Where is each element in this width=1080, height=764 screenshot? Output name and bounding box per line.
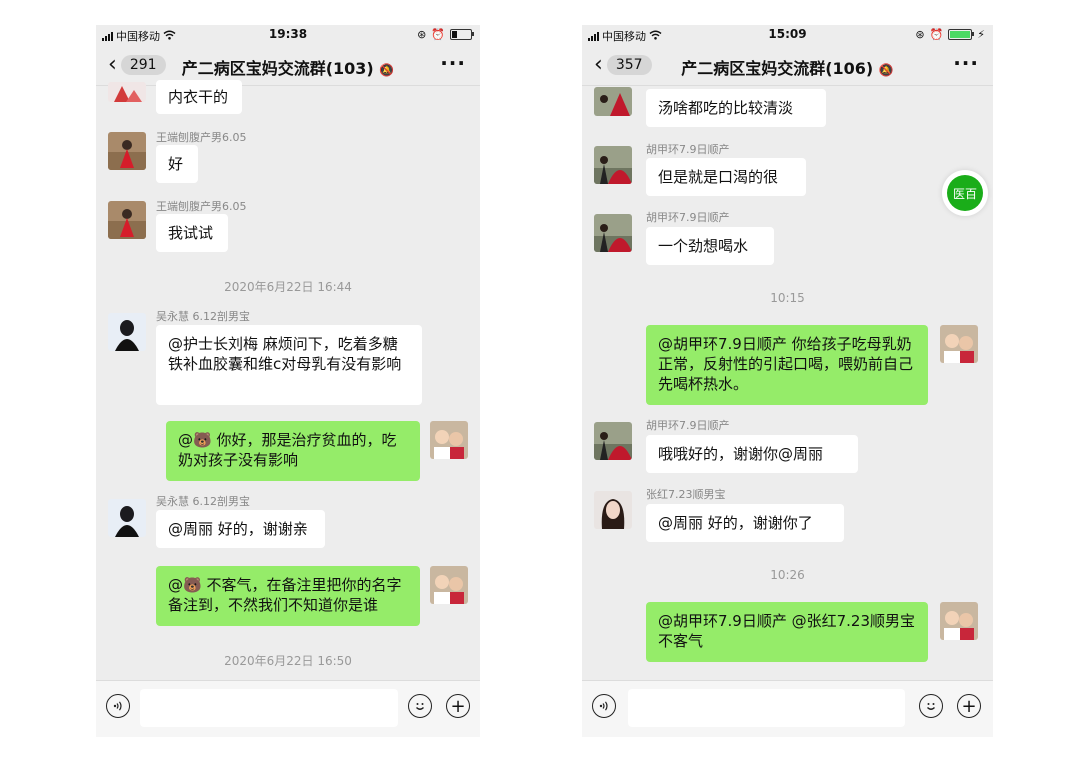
emoji-icon[interactable]: [408, 694, 432, 718]
more-button[interactable]: ···: [953, 51, 979, 75]
avatar[interactable]: [108, 313, 146, 351]
avatar[interactable]: [594, 87, 632, 116]
avatar[interactable]: [108, 82, 146, 102]
avatar[interactable]: [430, 421, 468, 459]
message-bubble[interactable]: 好: [156, 145, 198, 183]
sender-name: 胡甲环7.9日顺产: [646, 419, 730, 432]
message-input[interactable]: [628, 689, 905, 727]
avatar[interactable]: [594, 422, 632, 460]
battery-icon: [948, 29, 975, 40]
alarm-icon: ⏰: [929, 28, 944, 41]
charging-icon: ⚡: [977, 28, 985, 41]
plus-icon[interactable]: +: [957, 694, 981, 718]
timestamp: 10:26: [770, 568, 805, 582]
sender-name: 胡甲环7.9日顺产: [646, 211, 730, 224]
chat-screen-left: 中国移动 19:38 ⊛ ⏰ ‹ 291 产二病区宝妈交流群(103) 🔕 ··…: [96, 25, 480, 737]
mute-bell-icon: 🔕: [878, 63, 894, 77]
message-bubble-outgoing[interactable]: @🐻 不客气，在备注里把你的名字备注到，不然我们不知道你是谁: [156, 566, 420, 626]
more-button[interactable]: ···: [440, 51, 466, 75]
input-bar: +: [96, 680, 480, 737]
orientation-lock-icon: ⊛: [417, 28, 427, 41]
message-bubble[interactable]: @周丽 好的，谢谢亲: [156, 510, 325, 548]
sender-name: 吴永慧 6.12剖男宝: [156, 310, 250, 323]
alarm-icon: ⏰: [431, 28, 445, 41]
message-bubble[interactable]: 我试试: [156, 214, 228, 252]
message-input[interactable]: [140, 689, 398, 727]
message-bubble[interactable]: @护士长刘梅 麻烦问下，吃着多糖铁补血胶囊和维c对母乳有没有影响: [156, 325, 422, 405]
mute-bell-icon: 🔕: [379, 63, 395, 77]
sender-name: 张红7.23顺男宝: [646, 488, 726, 501]
timestamp: 2020年6月22日 16:44: [224, 280, 352, 294]
message-bubble[interactable]: 但是就是口渴的很: [646, 158, 806, 196]
input-bar: +: [582, 680, 993, 737]
avatar[interactable]: [108, 201, 146, 239]
status-bar: 中国移动 19:38 ⊛ ⏰: [96, 25, 480, 45]
message-bubble-outgoing[interactable]: @胡甲环7.9日顺产 你给孩子吃母乳奶正常，反射性的引起口喝，喂奶前自己先喝杯热…: [646, 325, 928, 405]
avatar[interactable]: [594, 146, 632, 184]
sender-name: 王端刨腹产男6.05: [156, 200, 247, 213]
voice-icon[interactable]: [592, 694, 616, 718]
chat-title: 产二病区宝妈交流群(106) 🔕: [681, 59, 894, 78]
timestamp: 10:15: [770, 291, 805, 305]
voice-icon[interactable]: [106, 694, 130, 718]
avatar[interactable]: [108, 499, 146, 537]
plus-icon[interactable]: +: [446, 694, 470, 718]
chat-screen-right: 中国移动 15:09 ⊛ ⏰ ⚡ ‹ 357 产二病区宝妈交流群(106) 🔕 …: [582, 25, 993, 737]
timestamp: 2020年6月22日 16:50: [224, 654, 352, 668]
chat-header: ‹ 357 产二病区宝妈交流群(106) 🔕 ···: [582, 47, 993, 86]
avatar[interactable]: [594, 491, 632, 529]
message-bubble-outgoing[interactable]: @胡甲环7.9日顺产 @张红7.23顺男宝 不客气: [646, 602, 928, 662]
avatar[interactable]: [430, 566, 468, 604]
sender-name: 吴永慧 6.12剖男宝: [156, 495, 250, 508]
message-bubble[interactable]: 内衣干的: [156, 80, 242, 114]
floating-action-button[interactable]: 医百: [947, 175, 983, 211]
message-bubble[interactable]: 哦哦好的，谢谢你@周丽: [646, 435, 858, 473]
sender-name: 胡甲环7.9日顺产: [646, 143, 730, 156]
chat-title: 产二病区宝妈交流群(103) 🔕: [181, 59, 395, 78]
avatar[interactable]: [940, 325, 978, 363]
avatar[interactable]: [594, 214, 632, 252]
message-bubble[interactable]: 一个劲想喝水: [646, 227, 774, 265]
sender-name: 王端刨腹产男6.05: [156, 131, 247, 144]
avatar[interactable]: [108, 132, 146, 170]
orientation-lock-icon: ⊛: [915, 28, 925, 41]
emoji-icon[interactable]: [919, 694, 943, 718]
avatar[interactable]: [940, 602, 978, 640]
message-bubble[interactable]: 汤啥都吃的比较清淡: [646, 89, 826, 127]
status-bar: 中国移动 15:09 ⊛ ⏰ ⚡: [582, 25, 993, 45]
message-bubble[interactable]: @周丽 好的，谢谢你了: [646, 504, 844, 542]
message-bubble-outgoing[interactable]: @🐻 你好，那是治疗贫血的，吃奶对孩子没有影响: [166, 421, 420, 481]
chat-header: ‹ 291 产二病区宝妈交流群(103) 🔕 ···: [96, 47, 480, 86]
battery-icon: [450, 29, 474, 40]
